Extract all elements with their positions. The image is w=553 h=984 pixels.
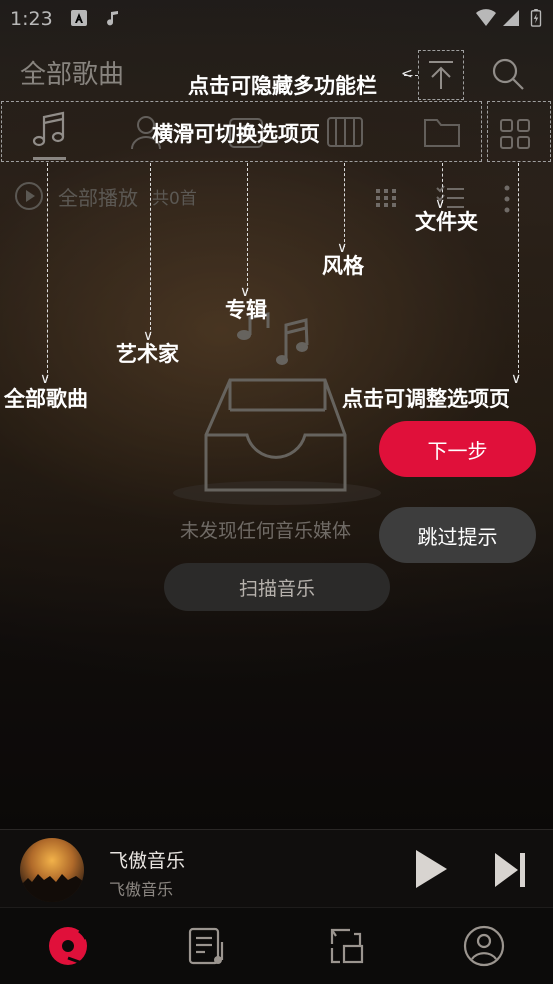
tip-line-album	[247, 163, 248, 291]
mini-player[interactable]: 飞傲音乐 飞傲音乐	[0, 829, 553, 907]
sync-icon	[330, 928, 364, 964]
nav-music[interactable]	[44, 924, 92, 968]
bottom-navigation	[0, 907, 553, 984]
tip-all-songs: 全部歌曲	[4, 387, 88, 411]
next-track-button[interactable]	[488, 848, 532, 892]
song-artist: 飞傲音乐	[109, 880, 174, 899]
tip-line-genre	[344, 163, 345, 247]
profile-icon	[463, 925, 505, 967]
album-cover[interactable]	[20, 838, 84, 902]
tip-artist: 艺术家	[116, 342, 179, 366]
playlist-icon	[188, 927, 224, 965]
tip-swipe-tabs: 横滑可切换选项页	[152, 122, 320, 146]
arrow-left-icon: <	[401, 66, 413, 82]
arrow-down-icon: ∨	[511, 371, 522, 387]
tip-album: 专辑	[225, 298, 267, 322]
play-icon	[416, 850, 447, 888]
vinyl-music-icon	[49, 927, 88, 965]
scan-music-button[interactable]: 扫描音乐	[164, 563, 390, 611]
tip-adjust-tabs: 点击可调整选项页	[342, 387, 510, 411]
tip-line-adjust	[518, 163, 519, 378]
nav-playlist[interactable]	[184, 924, 232, 968]
empty-state-message: 未发现任何音乐媒体	[180, 520, 352, 542]
skip-next-icon	[495, 853, 525, 887]
tip-genre: 风格	[322, 254, 364, 278]
tip-hide-bar: 点击可隐藏多功能栏	[188, 74, 377, 98]
tip-folder: 文件夹	[415, 210, 478, 234]
play-button[interactable]	[408, 846, 454, 892]
nav-profile[interactable]	[460, 924, 508, 968]
nav-sync[interactable]	[322, 924, 370, 968]
skip-tips-button[interactable]: 跳过提示	[379, 507, 536, 563]
next-step-button[interactable]: 下一步	[379, 421, 536, 477]
song-title: 飞傲音乐	[109, 850, 186, 872]
tip-line-all-songs	[47, 163, 48, 378]
tip-line-artist	[150, 163, 151, 335]
